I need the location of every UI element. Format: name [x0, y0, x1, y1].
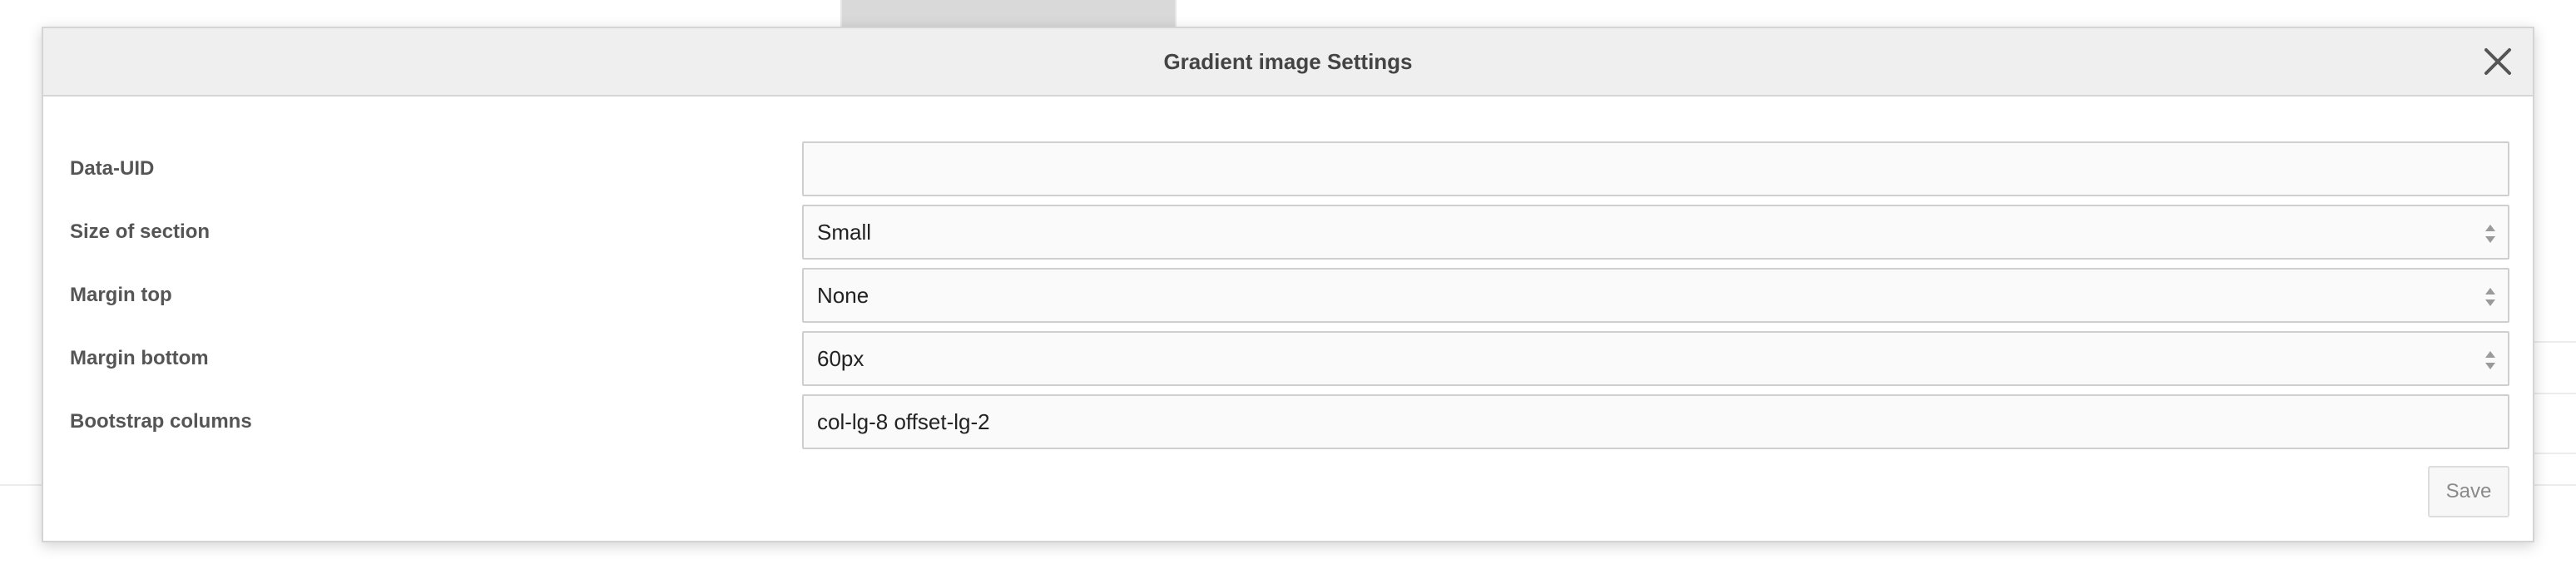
save-button[interactable]: Save [2428, 466, 2509, 517]
settings-modal: Gradient image Settings Data-UID Size of… [42, 27, 2534, 542]
margin-bottom-select[interactable]: 60px [802, 331, 2509, 386]
form-row-margin-bottom: Margin bottom 60px [43, 331, 2533, 386]
size-of-section-select[interactable]: Small [802, 205, 2509, 260]
bootstrap-columns-label: Bootstrap columns [70, 410, 252, 433]
form-row-margin-top: Margin top None [43, 268, 2533, 323]
select-arrows-icon [2484, 223, 2496, 245]
margin-top-select[interactable]: None [802, 268, 2509, 323]
select-arrows-icon [2484, 286, 2496, 308]
close-icon [2484, 48, 2511, 75]
form-row-bootstrap-columns: Bootstrap columns [43, 394, 2533, 449]
modal-title: Gradient image Settings [1163, 49, 1413, 74]
margin-bottom-value: 60px [817, 346, 864, 371]
data-uid-label: Data-UID [70, 157, 155, 180]
size-of-section-label: Size of section [70, 220, 211, 243]
select-arrows-icon [2484, 349, 2496, 371]
data-uid-input[interactable] [802, 141, 2509, 196]
margin-bottom-label: Margin bottom [70, 347, 209, 369]
size-of-section-value: Small [817, 220, 872, 245]
form-row-size-of-section: Size of section Small [43, 205, 2533, 260]
form-row-data-uid: Data-UID [43, 141, 2533, 196]
bootstrap-columns-input[interactable] [802, 394, 2509, 449]
close-button[interactable] [2481, 45, 2514, 78]
modal-header: Gradient image Settings [43, 28, 2533, 96]
page: Gradient image Settings Data-UID Size of… [0, 0, 2576, 579]
margin-top-value: None [817, 283, 869, 308]
margin-top-label: Margin top [70, 284, 172, 306]
